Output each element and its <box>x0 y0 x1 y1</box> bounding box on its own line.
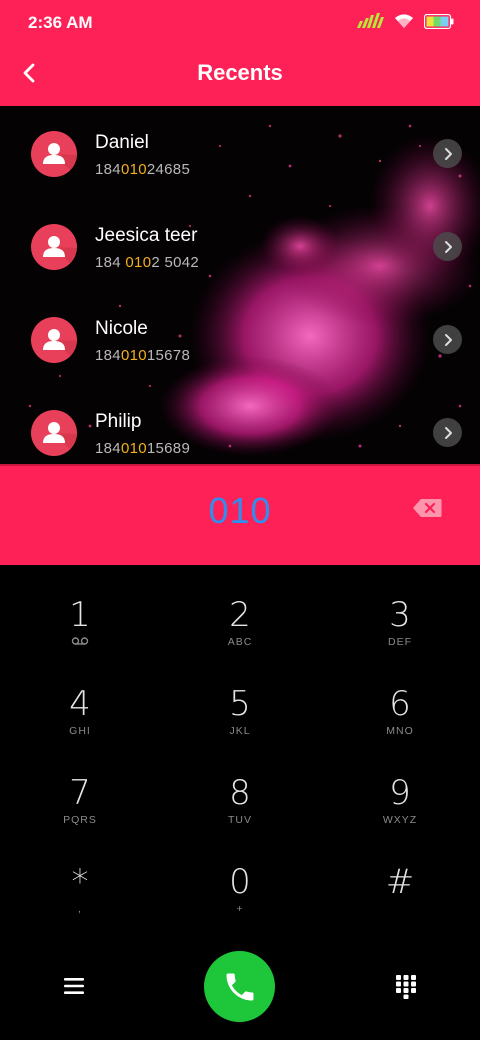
key-5[interactable]: 5 JKL <box>180 684 300 764</box>
menu-button[interactable] <box>58 971 90 1001</box>
key-digit: 1 <box>69 595 91 635</box>
key-letters: , <box>78 903 82 915</box>
recents-list: Daniel 18401024685 Jeesica teer 184 0102… <box>0 106 480 464</box>
avatar <box>31 317 77 363</box>
key-4[interactable]: 4 GHI <box>20 684 140 764</box>
keypad: 1 2 ABC 3 DEF 4 GHI 5 JKL 6 MNO 7 PQRS 8… <box>0 565 480 935</box>
key-digit: * <box>71 862 89 902</box>
contact-name: Philip <box>95 411 142 432</box>
contact-row[interactable]: Daniel 18401024685 <box>0 106 480 199</box>
key-hash[interactable]: # <box>340 862 460 942</box>
contact-row[interactable]: Nicole 18401015678 <box>0 292 480 385</box>
chevron-right-icon <box>444 240 452 253</box>
page-title: Recents <box>197 60 283 85</box>
status-time: 2:36 AM <box>28 13 93 32</box>
key-letters: TUV <box>228 814 252 826</box>
contact-details-button[interactable] <box>433 418 462 447</box>
key-8[interactable]: 8 TUV <box>180 773 300 853</box>
key-letters: GHI <box>69 725 91 737</box>
status-icons <box>356 12 454 35</box>
avatar <box>31 410 77 456</box>
person-icon <box>43 329 77 363</box>
voicemail-icon <box>20 636 140 650</box>
key-3[interactable]: 3 DEF <box>340 595 460 675</box>
key-star[interactable]: * , <box>20 862 140 942</box>
contact-name: Jeesica teer <box>95 225 198 246</box>
person-icon <box>43 143 77 177</box>
key-0[interactable]: 0 + <box>180 862 300 942</box>
chevron-right-icon <box>444 333 452 346</box>
key-digit: # <box>385 862 415 902</box>
key-digit: 8 <box>229 773 251 813</box>
key-letters: JKL <box>229 725 251 737</box>
contact-name: Nicole <box>95 318 148 339</box>
key-letters: ABC <box>227 636 253 648</box>
dialpad-toggle-button[interactable] <box>390 971 422 1003</box>
key-7[interactable]: 7 PQRS <box>20 773 140 853</box>
signal-icon <box>356 12 384 35</box>
key-letters: + <box>236 903 244 915</box>
app-bar: Recents <box>0 44 480 106</box>
person-icon <box>43 422 77 456</box>
chevron-right-icon <box>444 426 452 439</box>
key-digit: 2 <box>229 595 251 635</box>
key-digit: 3 <box>389 595 411 635</box>
key-digit: 9 <box>389 773 411 813</box>
contact-details-button[interactable] <box>433 325 462 354</box>
bottom-action-bar <box>0 935 480 1040</box>
dialpad-icon <box>396 975 416 999</box>
dial-input-bar: 010 <box>0 464 480 565</box>
key-letters <box>340 903 460 917</box>
contact-number: 18401015678 <box>95 347 191 364</box>
status-bar: 2:36 AM <box>0 0 480 44</box>
backspace-icon <box>413 499 442 517</box>
contact-row[interactable]: Jeesica teer 184 0102 5042 <box>0 199 480 292</box>
contact-details-button[interactable] <box>433 139 462 168</box>
key-1[interactable]: 1 <box>20 595 140 675</box>
avatar <box>31 131 77 177</box>
call-button[interactable] <box>204 951 275 1022</box>
dialed-number[interactable]: 010 <box>0 490 480 532</box>
key-digit: 6 <box>389 684 411 724</box>
contact-number: 184 0102 5042 <box>95 254 200 271</box>
avatar <box>31 224 77 270</box>
contact-name: Daniel <box>95 132 149 153</box>
key-6[interactable]: 6 MNO <box>340 684 460 764</box>
key-digit: 5 <box>229 684 251 724</box>
key-digit: 0 <box>229 862 251 902</box>
menu-icon <box>64 978 84 994</box>
key-digit: 7 <box>69 773 91 813</box>
key-letters: PQRS <box>63 814 97 826</box>
contact-row[interactable]: Philip 18401015689 <box>0 385 480 464</box>
key-letters: WXYZ <box>382 814 418 826</box>
key-2[interactable]: 2 ABC <box>180 595 300 675</box>
contact-details-button[interactable] <box>433 232 462 261</box>
contact-number: 18401024685 <box>95 161 191 178</box>
phone-icon <box>226 973 253 1000</box>
delete-button[interactable] <box>412 498 442 518</box>
key-letters: MNO <box>386 725 414 737</box>
contact-number: 18401015689 <box>95 440 191 457</box>
wifi-icon <box>394 13 414 34</box>
battery-icon <box>423 13 454 34</box>
key-letters: DEF <box>388 636 412 648</box>
key-digit: 4 <box>69 684 91 724</box>
person-icon <box>43 236 77 270</box>
chevron-right-icon <box>444 147 452 160</box>
key-9[interactable]: 9 WXYZ <box>340 773 460 853</box>
